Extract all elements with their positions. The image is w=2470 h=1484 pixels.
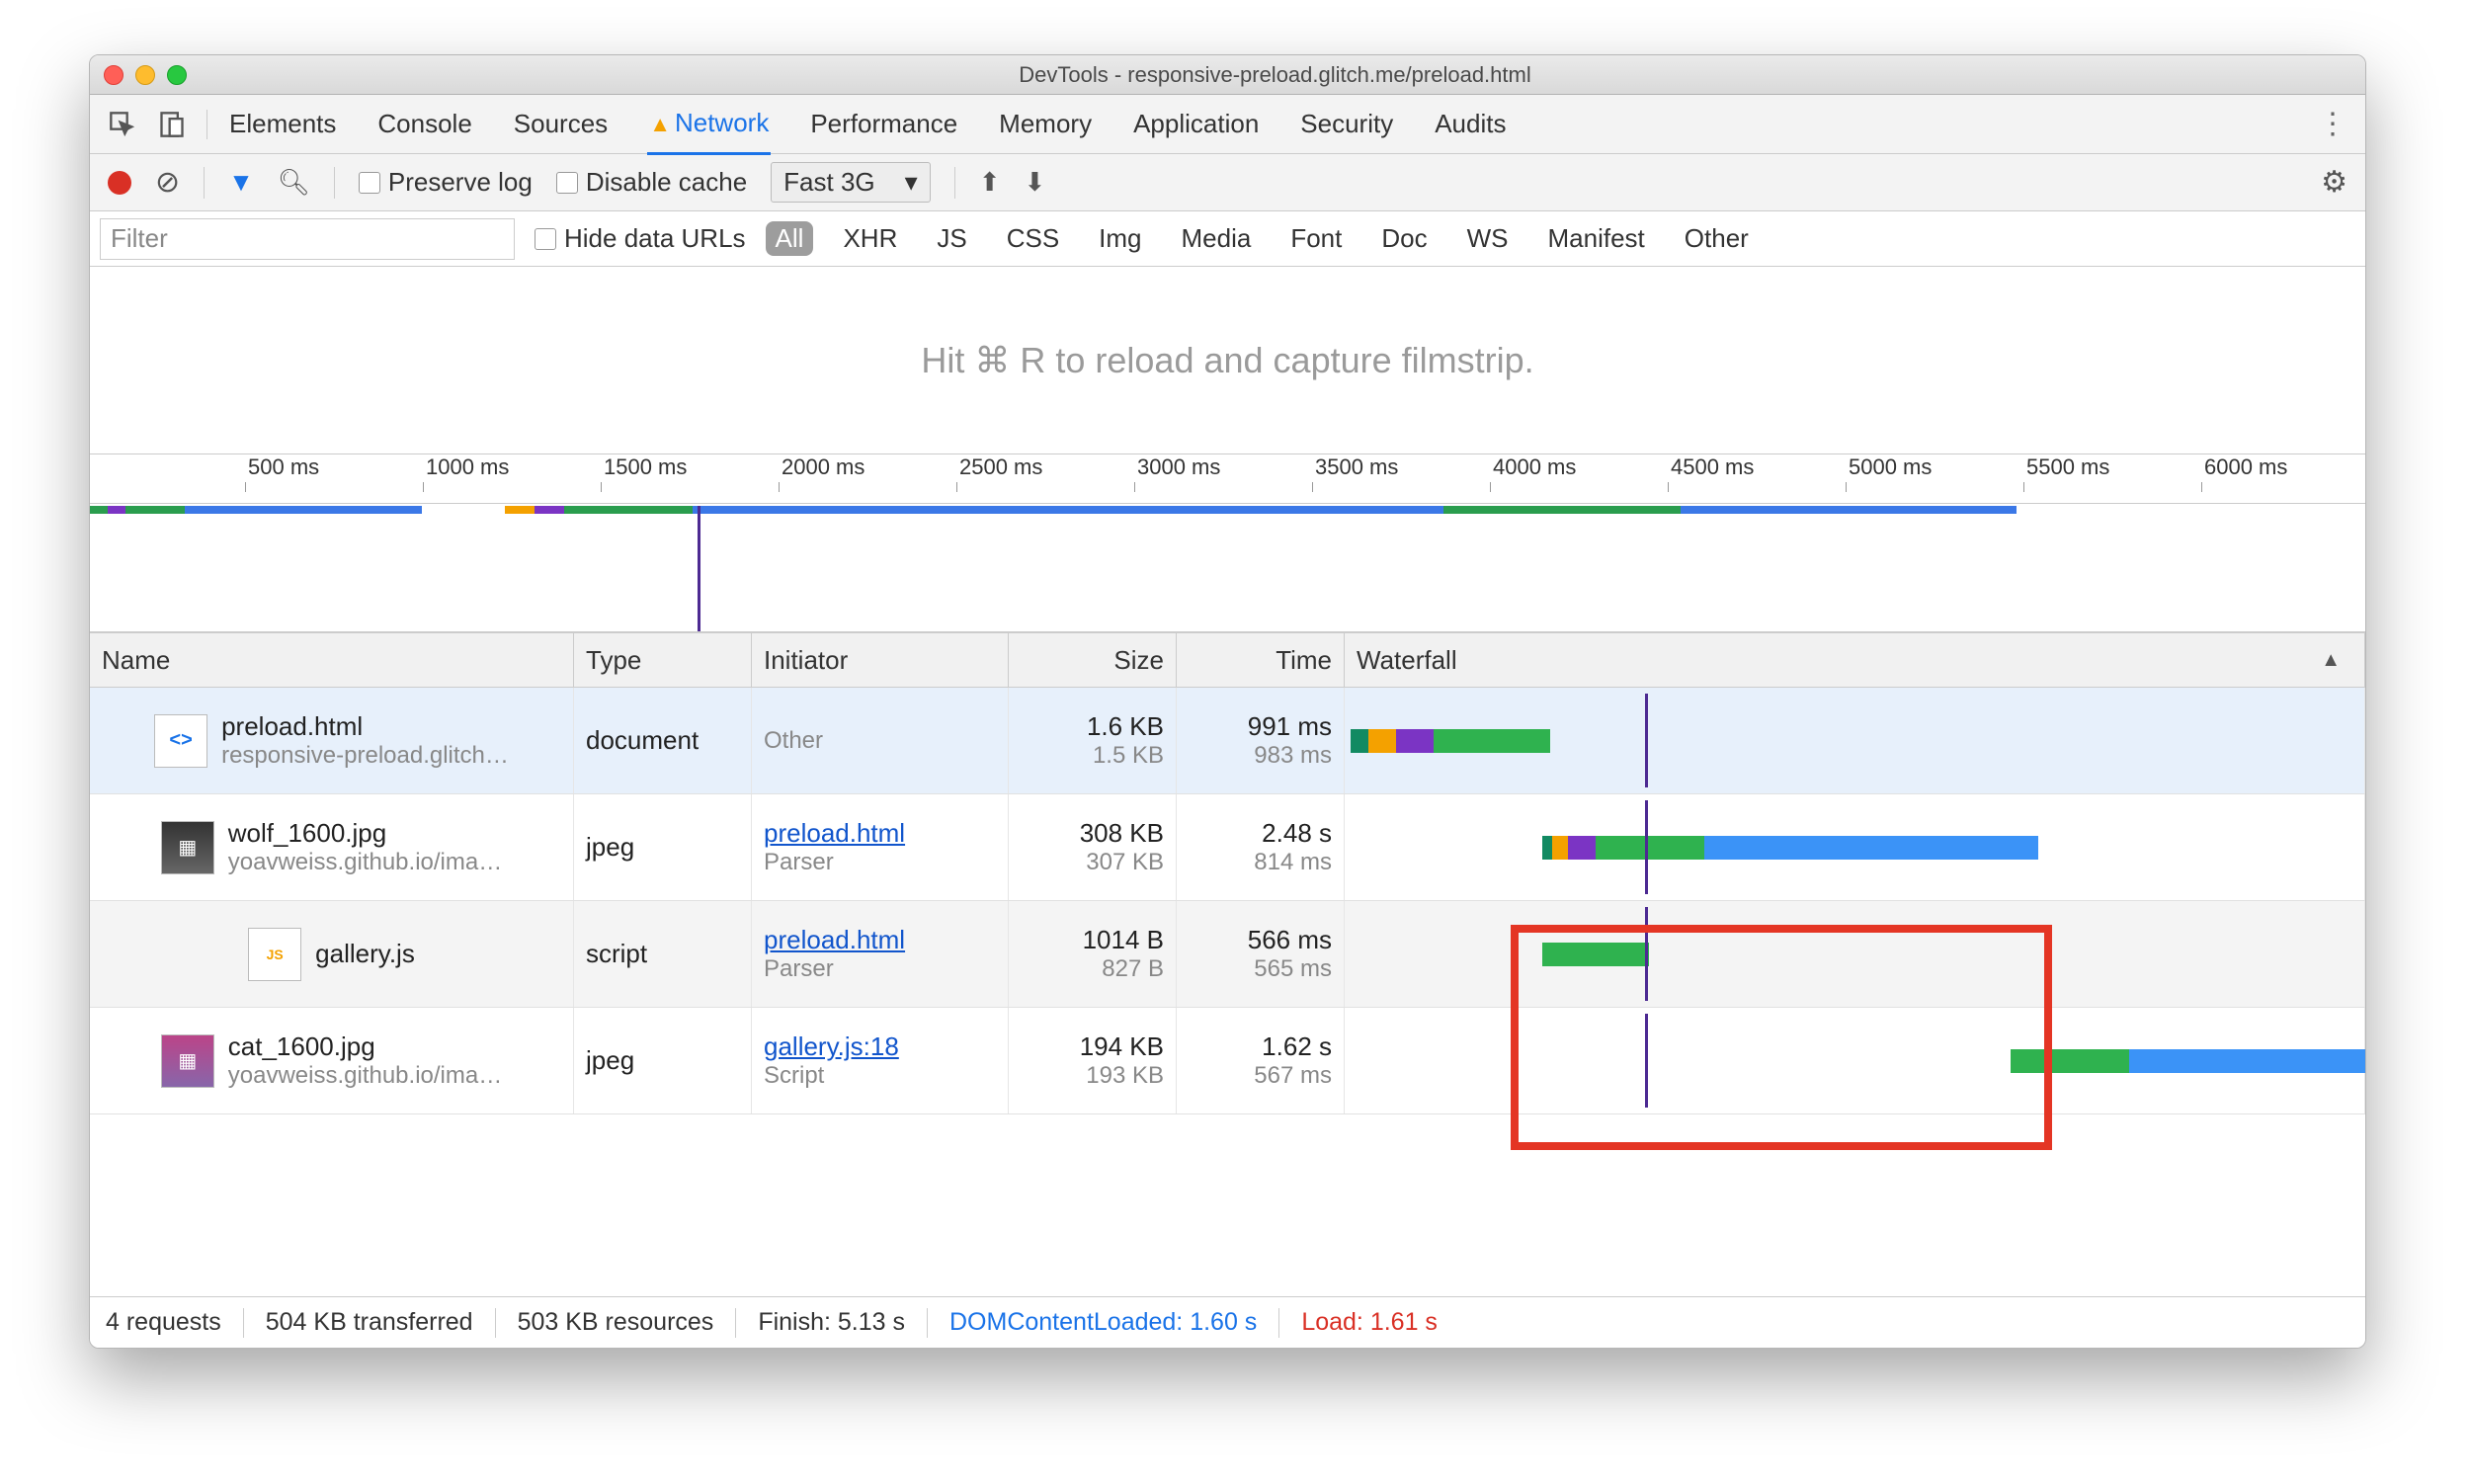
image-file-icon: ▦ — [161, 821, 214, 874]
panel-tabbar: Elements Console Sources ▲Network Perfor… — [90, 95, 2365, 154]
download-har-icon[interactable]: ⬇ — [1025, 167, 1046, 198]
initiator-link[interactable]: gallery.js:18 — [764, 1031, 996, 1062]
device-toolbar-icon[interactable] — [157, 110, 187, 139]
overview-bars — [90, 506, 2365, 532]
tab-elements[interactable]: Elements — [227, 95, 338, 153]
filter-pill-ws[interactable]: WS — [1457, 221, 1519, 256]
status-bar: 4 requests 504 KB transferred 503 KB res… — [90, 1296, 2365, 1348]
timeline-tick: 4000 ms — [1493, 454, 1576, 480]
filter-input[interactable] — [100, 218, 515, 260]
timeline-tick: 5000 ms — [1849, 454, 1932, 480]
table-row[interactable]: <> preload.htmlresponsive-preload.glitch… — [90, 688, 2365, 794]
status-load: Load: 1.61 s — [1301, 1308, 1438, 1337]
status-transferred: 504 KB transferred — [266, 1308, 473, 1337]
tab-sources[interactable]: Sources — [512, 95, 610, 153]
overview-timeline[interactable]: 500 ms 1000 ms 1500 ms 2000 ms 2500 ms 3… — [90, 454, 2365, 632]
annotation-highlight-box — [1511, 925, 2052, 1150]
window-zoom-button[interactable] — [167, 65, 187, 85]
column-waterfall[interactable]: Waterfall▲ — [1345, 633, 2365, 687]
window-titlebar: DevTools - responsive-preload.glitch.me/… — [90, 55, 2365, 95]
filter-pill-css[interactable]: CSS — [997, 221, 1069, 256]
filter-pill-img[interactable]: Img — [1089, 221, 1151, 256]
filmstrip-hint: Hit ⌘ R to reload and capture filmstrip. — [90, 267, 2365, 454]
column-name[interactable]: Name — [90, 633, 574, 687]
table-row[interactable]: ▦ wolf_1600.jpgyoavweiss.github.io/ima… … — [90, 794, 2365, 901]
initiator-link[interactable]: preload.html — [764, 818, 996, 849]
tab-security[interactable]: Security — [1298, 95, 1395, 153]
tab-console[interactable]: Console — [375, 95, 473, 153]
js-file-icon: JS — [248, 928, 301, 981]
inspect-element-icon[interactable] — [108, 110, 137, 139]
settings-icon[interactable]: ⚙ — [2321, 165, 2347, 200]
table-header: Name Type Initiator Size Time Waterfall▲ — [90, 632, 2365, 688]
devtools-window: DevTools - responsive-preload.glitch.me/… — [89, 54, 2366, 1349]
window-title: DevTools - responsive-preload.glitch.me/… — [199, 62, 2351, 88]
filter-pill-manifest[interactable]: Manifest — [1538, 221, 1655, 256]
window-minimize-button[interactable] — [135, 65, 155, 85]
separator — [954, 167, 955, 199]
status-resources: 503 KB resources — [518, 1308, 714, 1337]
tab-performance[interactable]: Performance — [808, 95, 959, 153]
timeline-tick: 3000 ms — [1137, 454, 1220, 480]
column-initiator[interactable]: Initiator — [752, 633, 1009, 687]
image-file-icon: ▦ — [161, 1034, 214, 1088]
timeline-tick: 5500 ms — [2026, 454, 2109, 480]
warning-icon: ▲ — [649, 112, 671, 136]
filter-pill-all[interactable]: All — [766, 221, 814, 256]
tab-application[interactable]: Application — [1131, 95, 1261, 153]
status-requests: 4 requests — [106, 1308, 221, 1337]
filter-pill-js[interactable]: JS — [927, 221, 976, 256]
column-time[interactable]: Time — [1177, 633, 1345, 687]
column-type[interactable]: Type — [574, 633, 752, 687]
timeline-tick: 4500 ms — [1671, 454, 1754, 480]
timeline-tick: 1500 ms — [604, 454, 687, 480]
filter-pill-font[interactable]: Font — [1280, 221, 1352, 256]
filter-pill-media[interactable]: Media — [1172, 221, 1262, 256]
throttle-select[interactable]: Fast 3G▾ — [771, 162, 931, 203]
preserve-log-checkbox[interactable]: Preserve log — [359, 167, 533, 198]
column-size[interactable]: Size — [1009, 633, 1177, 687]
timeline-tick: 2500 ms — [959, 454, 1042, 480]
clear-button[interactable]: ⊘ — [155, 165, 180, 200]
sort-indicator-icon: ▲ — [2321, 649, 2341, 672]
timeline-tick: 500 ms — [248, 454, 319, 480]
filter-pill-xhr[interactable]: XHR — [833, 221, 907, 256]
dcl-line — [1645, 800, 1648, 894]
status-finish: Finish: 5.13 s — [758, 1308, 905, 1337]
more-options-icon[interactable]: ⋮ — [2318, 107, 2347, 141]
search-icon[interactable]: 🔍︎ — [278, 167, 310, 198]
separator — [334, 167, 335, 199]
timeline-tick: 3500 ms — [1315, 454, 1398, 480]
filter-bar: Hide data URLs All XHR JS CSS Img Media … — [90, 211, 2365, 267]
tab-audits[interactable]: Audits — [1433, 95, 1508, 153]
chevron-down-icon: ▾ — [905, 167, 918, 198]
network-toolbar: ⊘ ▼ 🔍︎ Preserve log Disable cache Fast 3… — [90, 154, 2365, 211]
initiator-link[interactable]: preload.html — [764, 925, 996, 955]
timeline-tick: 1000 ms — [426, 454, 509, 480]
dcl-line — [1645, 694, 1648, 787]
tab-network[interactable]: ▲Network — [647, 94, 771, 155]
upload-har-icon[interactable]: ⬆ — [979, 167, 1001, 198]
timeline-tick: 6000 ms — [2204, 454, 2287, 480]
hide-data-urls-checkbox[interactable]: Hide data URLs — [535, 223, 746, 254]
separator — [204, 167, 205, 199]
window-close-button[interactable] — [104, 65, 124, 85]
disable-cache-checkbox[interactable]: Disable cache — [556, 167, 747, 198]
filter-toggle-icon[interactable]: ▼ — [228, 167, 254, 198]
timeline-tick: 2000 ms — [782, 454, 864, 480]
status-domcontentloaded: DOMContentLoaded: 1.60 s — [949, 1308, 1257, 1337]
filter-pill-doc[interactable]: Doc — [1371, 221, 1437, 256]
record-button[interactable] — [108, 171, 131, 195]
filter-pill-other[interactable]: Other — [1675, 221, 1759, 256]
dcl-marker — [698, 506, 700, 631]
tab-memory[interactable]: Memory — [997, 95, 1094, 153]
html-file-icon: <> — [154, 714, 207, 768]
